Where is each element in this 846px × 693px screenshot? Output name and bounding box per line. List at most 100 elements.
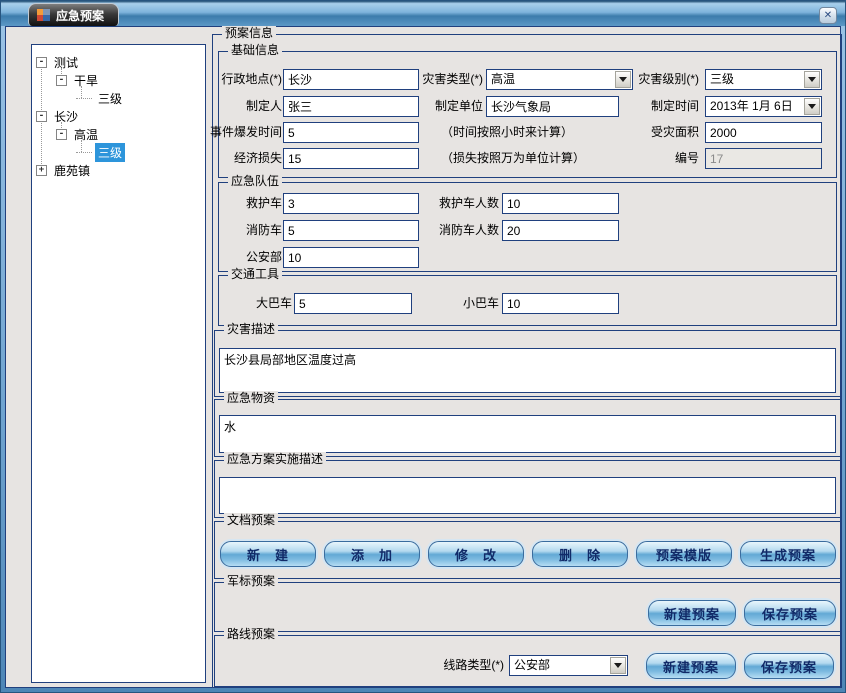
ambulance-input[interactable] [283, 193, 419, 214]
tree-node-selected[interactable]: 三级 [32, 143, 205, 161]
tree-leaf-connector [76, 98, 92, 99]
disaster-desc-group-title: 灾害描述 [224, 322, 278, 337]
dropdown-arrow-icon[interactable] [804, 98, 820, 115]
outbreak-time-note: （时间按照小时来计算） [441, 122, 573, 143]
big-bus-input[interactable] [294, 293, 412, 314]
disaster-type-select[interactable]: 高温 [486, 69, 633, 90]
fire-truck-staff-input[interactable] [502, 220, 619, 241]
route-save-plan-button[interactable]: 保存预案 [744, 653, 834, 679]
tree-leaf-connector [76, 152, 92, 153]
modify-button[interactable]: 修 改 [428, 541, 524, 567]
tree-node-label[interactable]: 长沙 [51, 107, 81, 126]
dropdown-arrow-icon[interactable] [615, 71, 631, 88]
route-type-select[interactable]: 公安部 [509, 655, 628, 676]
route-plan-group: 路线预案 线路类型(*) 公安部 新建预案 保存预案 [214, 635, 841, 687]
creating-unit-label: 制定单位 [435, 96, 483, 117]
disaster-type-value: 高温 [491, 72, 515, 86]
doc-plan-group-title: 文档预案 [224, 513, 278, 528]
tree-node[interactable]: - 长沙 [32, 107, 205, 125]
tree-node-label[interactable]: 干旱 [71, 71, 101, 90]
supplies-textarea[interactable]: 水 [219, 415, 836, 453]
affected-area-input[interactable] [705, 122, 822, 143]
tree-node[interactable]: - 高温 [32, 125, 205, 143]
disaster-level-label: 灾害级别(*) [638, 69, 699, 90]
plan-template-button[interactable]: 预案模版 [636, 541, 732, 567]
tree-node-label[interactable]: 测试 [51, 53, 81, 72]
military-save-plan-button[interactable]: 保存预案 [744, 600, 836, 626]
window-title: 应急预案 [56, 7, 104, 24]
plan-tree[interactable]: - 测试 - 干旱 三级 - 长沙 - 高温 三级 [31, 44, 206, 683]
ambulance-staff-input[interactable] [502, 193, 619, 214]
tree-node[interactable]: 三级 [32, 89, 205, 107]
tree-node[interactable]: + 鹿苑镇 [32, 161, 205, 179]
route-type-value: 公安部 [514, 658, 550, 672]
new-button[interactable]: 新 建 [220, 541, 316, 567]
generate-plan-button[interactable]: 生成预案 [740, 541, 836, 567]
route-new-plan-button[interactable]: 新建预案 [646, 653, 736, 679]
outbreak-time-label: 事件爆发时间 [210, 122, 282, 143]
tree-collapse-icon[interactable]: - [36, 111, 47, 122]
tree-node-label[interactable]: 鹿苑镇 [51, 161, 93, 180]
fire-truck-staff-label: 消防车人数 [439, 220, 499, 241]
supplies-group: 应急物资 水 [214, 399, 841, 457]
police-label: 公安部 [246, 247, 282, 268]
outbreak-time-input[interactable] [283, 122, 419, 143]
dropdown-arrow-icon[interactable] [804, 71, 820, 88]
tree-node-label[interactable]: 三级 [95, 89, 125, 108]
creating-unit-input[interactable] [486, 96, 619, 117]
close-icon: ✕ [824, 11, 832, 21]
serial-no-input [705, 148, 822, 169]
app-icon [37, 9, 50, 21]
creator-input[interactable] [283, 96, 419, 117]
tree-node[interactable]: - 测试 [32, 53, 205, 71]
fire-truck-label: 消防车 [246, 220, 282, 241]
disaster-type-label: 灾害类型(*) [422, 69, 483, 90]
implementation-group-title: 应急方案实施描述 [224, 452, 326, 467]
big-bus-label: 大巴车 [256, 293, 292, 314]
plan-info-group-title: 预案信息 [222, 26, 276, 41]
creating-time-value: 2013年 1月 6日 [710, 99, 793, 113]
tree-collapse-icon[interactable]: - [56, 129, 67, 140]
creating-time-datepicker[interactable]: 2013年 1月 6日 [705, 96, 822, 117]
transport-group-title: 交通工具 [228, 267, 282, 282]
transport-group: 交通工具 大巴车 小巴车 [218, 275, 837, 326]
tree-collapse-icon[interactable]: - [56, 75, 67, 86]
add-button[interactable]: 添 加 [324, 541, 420, 567]
small-bus-input[interactable] [502, 293, 619, 314]
affected-area-label: 受灾面积 [651, 122, 699, 143]
tree-expand-icon[interactable]: + [36, 165, 47, 176]
military-plan-group: 军标预案 新建预案 保存预案 [214, 582, 841, 632]
disaster-desc-textarea[interactable]: 长沙县局部地区温度过高 [219, 348, 836, 393]
disaster-level-select[interactable]: 三级 [705, 69, 822, 90]
economic-loss-label: 经济损失 [234, 148, 282, 169]
delete-button[interactable]: 删 除 [532, 541, 628, 567]
implementation-textarea[interactable] [219, 477, 836, 514]
titlebar: 应急预案 ✕ [1, 1, 845, 26]
admin-location-input[interactable] [283, 69, 419, 90]
military-new-plan-button[interactable]: 新建预案 [648, 600, 736, 626]
emergency-teams-group: 应急队伍 救护车 救护车人数 消防车 消防车人数 公安部 [218, 182, 837, 272]
tree-node[interactable]: - 干旱 [32, 71, 205, 89]
tree-collapse-icon[interactable]: - [36, 57, 47, 68]
creating-time-label: 制定时间 [651, 96, 699, 117]
supplies-group-title: 应急物资 [224, 391, 278, 406]
police-input[interactable] [283, 247, 419, 268]
economic-loss-input[interactable] [283, 148, 419, 169]
app-window: 应急预案 ✕ - 测试 - 干旱 三级 [0, 0, 846, 693]
tree-node-label[interactable]: 三级 [95, 143, 125, 162]
creator-label: 制定人 [246, 96, 282, 117]
title-tab: 应急预案 [28, 3, 119, 26]
close-button[interactable]: ✕ [819, 7, 837, 24]
fire-truck-input[interactable] [283, 220, 419, 241]
route-plan-group-title: 路线预案 [224, 627, 278, 642]
basic-info-group: 基础信息 行政地点(*) 灾害类型(*) 高温 灾害级别(*) 三级 制定人 制… [218, 51, 837, 178]
tree-node-label[interactable]: 高温 [71, 125, 101, 144]
serial-no-label: 编号 [675, 148, 699, 169]
economic-loss-note: （损失按照万为单位计算） [441, 148, 585, 169]
doc-plan-group: 文档预案 新 建 添 加 修 改 删 除 预案模版 生成预案 [214, 521, 841, 579]
small-bus-label: 小巴车 [463, 293, 499, 314]
admin-location-label: 行政地点(*) [221, 69, 282, 90]
dropdown-arrow-icon[interactable] [610, 657, 626, 674]
ambulance-staff-label: 救护车人数 [439, 193, 499, 214]
ambulance-label: 救护车 [246, 193, 282, 214]
